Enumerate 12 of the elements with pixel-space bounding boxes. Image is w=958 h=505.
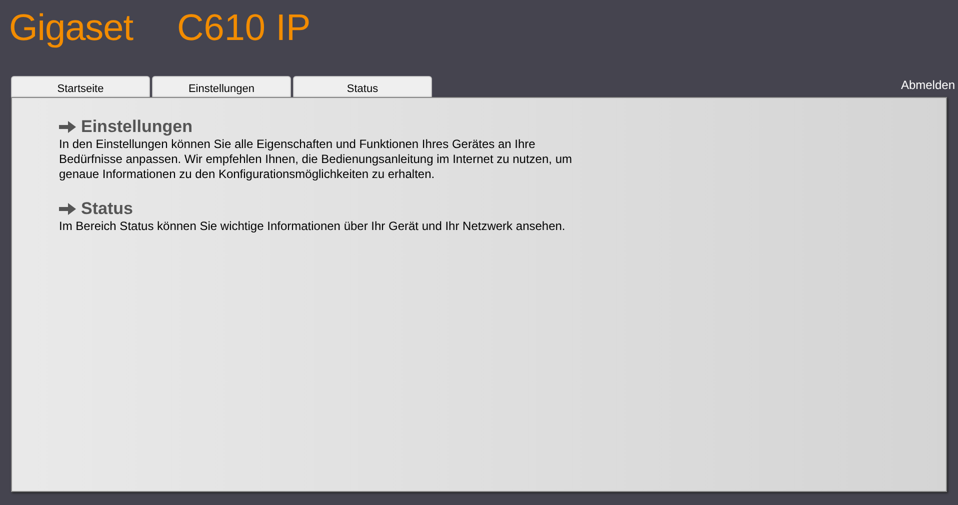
model-name: C610 IP — [177, 6, 311, 50]
arrow-icon — [59, 121, 76, 133]
section-text: Im Bereich Status können Sie wichtige Informationen über Ihr Gerät und Ihr Netzwerk ansehen. — [59, 219, 566, 234]
section-text: In den Einstellungen können Sie alle Eigenschaften und Funktionen Ihres Gerätes an Ihre Bedürfnisse anpassen. Wir empfehlen Ihnen, die Bedienungsanleitung im Internet zu nutzen, um genaue Informationen zu den Konfigurationsmöglichkeiten zu erhalten. — [59, 137, 573, 182]
nav-tab[interactable]: Status — [293, 76, 432, 97]
brand-logo: Gigaset — [9, 6, 134, 50]
section-title: Einstellungen — [81, 117, 192, 137]
nav-tab[interactable]: Startseite — [11, 76, 150, 97]
logout-link[interactable]: Abmelden — [900, 78, 955, 92]
arrow-icon — [59, 203, 76, 215]
nav-tab[interactable]: Einstellungen — [152, 76, 291, 97]
section-title: Status — [81, 199, 133, 219]
